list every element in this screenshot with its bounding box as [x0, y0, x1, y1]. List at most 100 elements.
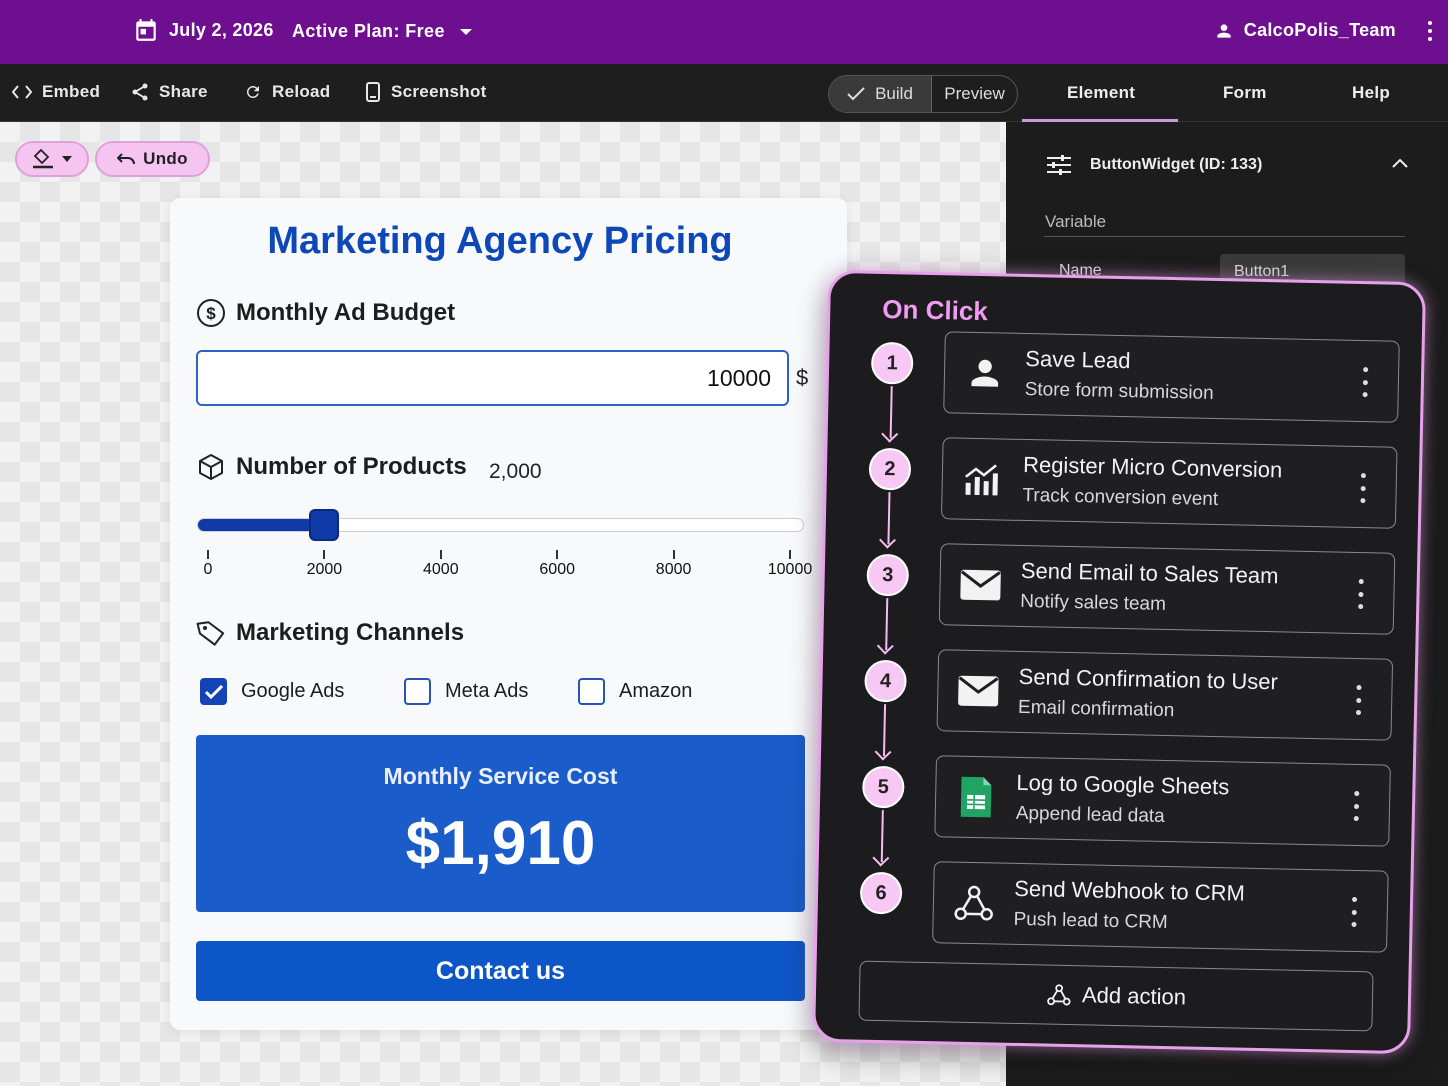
- action-subtitle: Notify sales team: [1020, 590, 1167, 615]
- tab-element[interactable]: Element: [1067, 83, 1135, 103]
- checkbox-amazon[interactable]: Amazon: [578, 678, 692, 705]
- preview-button[interactable]: Preview: [931, 76, 1017, 112]
- checkbox-meta-ads[interactable]: Meta Ads: [404, 678, 528, 705]
- on-click-actions-panel: On Click 1 Save Lead Store form submissi…: [811, 269, 1427, 1055]
- action-save-lead[interactable]: Save Lead Store form submission: [943, 331, 1400, 423]
- embed-button[interactable]: Embed: [12, 82, 100, 102]
- more-menu-icon[interactable]: [1422, 18, 1438, 44]
- checkbox-box[interactable]: [404, 678, 431, 705]
- action-title: Send Confirmation to User: [1018, 663, 1279, 695]
- cost-result-box: Monthly Service Cost $1,910: [196, 735, 805, 912]
- products-slider-thumb[interactable]: [309, 509, 340, 541]
- slider-tick-label: 4000: [423, 561, 459, 578]
- action-title: Send Webhook to CRM: [1013, 875, 1246, 906]
- action-subtitle: Email confirmation: [1017, 696, 1175, 722]
- slider-tick-label: 2000: [306, 561, 343, 578]
- reload-icon: [246, 85, 259, 98]
- contact-button[interactable]: Contact us: [196, 941, 805, 1001]
- step-badge: 5: [861, 765, 905, 809]
- action-menu-icon[interactable]: [1351, 896, 1358, 928]
- undo-label: Undo: [143, 149, 188, 168]
- embed-label: Embed: [42, 82, 101, 101]
- sliders-icon: [1047, 155, 1071, 175]
- checkbox-box[interactable]: [200, 678, 227, 705]
- action-menu-icon[interactable]: [1357, 578, 1364, 610]
- checkbox-label: Amazon: [619, 680, 693, 702]
- widget-title: ButtonWidget (ID: 133): [1090, 156, 1263, 173]
- action-title: Register Micro Conversion: [1022, 451, 1283, 483]
- action-google-sheets[interactable]: Log to Google Sheets Append lead data: [934, 755, 1391, 847]
- code-icon: [12, 85, 32, 99]
- action-subtitle: Track conversion event: [1022, 484, 1219, 511]
- add-action-label: Add action: [1081, 982, 1187, 1010]
- svg-text:$: $: [206, 304, 216, 323]
- plan-dropdown[interactable]: Active Plan: Free: [292, 21, 473, 42]
- widget-header[interactable]: ButtonWidget (ID: 133): [1046, 154, 1262, 176]
- undo-button[interactable]: Undo: [95, 141, 210, 177]
- step-badge: 2: [868, 447, 912, 491]
- action-subtitle: Append lead data: [1015, 802, 1165, 827]
- mail-icon: [958, 563, 1003, 608]
- channels-section-header: Marketing Channels: [196, 618, 464, 648]
- caret-down-icon: [62, 156, 72, 162]
- slider-tick: [207, 550, 209, 559]
- paint-bucket-icon: [33, 149, 53, 169]
- top-bar: July 2, 2026 Active Plan: Free CalcoPoli…: [0, 0, 1448, 64]
- caret-down-icon: [459, 28, 472, 35]
- action-title: Save Lead: [1025, 345, 1131, 374]
- action-subtitle: Push lead to CRM: [1013, 908, 1168, 934]
- divider: [1044, 236, 1405, 237]
- checkbox-box[interactable]: [578, 678, 605, 705]
- action-menu-icon[interactable]: [1353, 790, 1360, 822]
- form-title: Marketing Agency Pricing: [267, 220, 733, 262]
- style-tool-button[interactable]: [15, 141, 89, 177]
- action-title: Send Email to Sales Team: [1020, 557, 1279, 589]
- budget-section-header: $ Monthly Ad Budget: [196, 298, 455, 328]
- budget-input[interactable]: 10000: [196, 350, 789, 406]
- slider-tick: [439, 550, 442, 559]
- action-title: Log to Google Sheets: [1016, 769, 1230, 800]
- cost-value: $1,910: [405, 809, 596, 878]
- build-preview-toggle: Build Preview: [828, 75, 1018, 113]
- budget-unit: $: [796, 365, 809, 390]
- action-register-conversion[interactable]: Register Micro Conversion Track conversi…: [940, 437, 1398, 529]
- share-button[interactable]: Share: [131, 82, 208, 102]
- step-badge: 1: [870, 341, 914, 385]
- action-menu-icon[interactable]: [1362, 367, 1369, 398]
- slider-tick-label: 10000: [767, 561, 813, 578]
- tab-form[interactable]: Form: [1223, 83, 1267, 103]
- action-confirm-user[interactable]: Send Confirmation to User Email confirma…: [936, 649, 1394, 741]
- slider-tick-label: 6000: [539, 561, 575, 578]
- arrow-down-icon: [880, 810, 884, 863]
- products-label: Number of Products: [236, 453, 467, 480]
- budget-label: Monthly Ad Budget: [236, 299, 456, 326]
- user-menu[interactable]: CalcoPolis_Team: [1214, 20, 1396, 41]
- date-display[interactable]: July 2, 2026: [133, 17, 274, 43]
- add-action-button[interactable]: Add action: [858, 960, 1374, 1032]
- webhook-icon: [951, 881, 996, 926]
- variable-label: Variable: [1045, 212, 1107, 231]
- chevron-up-icon[interactable]: [1392, 158, 1408, 168]
- checkbox-google-ads[interactable]: Google Ads: [200, 678, 344, 705]
- tab-help[interactable]: Help: [1352, 83, 1390, 103]
- checkbox-label: Meta Ads: [445, 680, 529, 702]
- slider-tick: [556, 550, 559, 559]
- action-menu-icon[interactable]: [1355, 684, 1362, 716]
- arrow-down-icon: [889, 386, 893, 439]
- action-email-sales[interactable]: Send Email to Sales Team Notify sales te…: [938, 543, 1396, 635]
- reload-button[interactable]: Reload: [244, 82, 330, 102]
- build-button[interactable]: Build: [829, 76, 931, 112]
- person-icon: [963, 351, 1008, 396]
- products-section-header: Number of Products: [196, 452, 467, 482]
- toolbar: Embed Share Reload Screenshot Build Prev…: [0, 64, 1448, 122]
- action-menu-icon[interactable]: [1359, 473, 1366, 504]
- products-slider-fill: [198, 519, 326, 531]
- products-value: 2,000: [489, 460, 542, 483]
- screenshot-label: Screenshot: [391, 82, 487, 101]
- slider-tick-label: 0: [203, 561, 213, 578]
- action-webhook-crm[interactable]: Send Webhook to CRM Push lead to CRM: [932, 861, 1389, 953]
- tag-icon: [196, 621, 225, 646]
- checkbox-label: Google Ads: [241, 680, 345, 702]
- products-slider-track[interactable]: [197, 518, 804, 532]
- screenshot-button[interactable]: Screenshot: [365, 82, 487, 102]
